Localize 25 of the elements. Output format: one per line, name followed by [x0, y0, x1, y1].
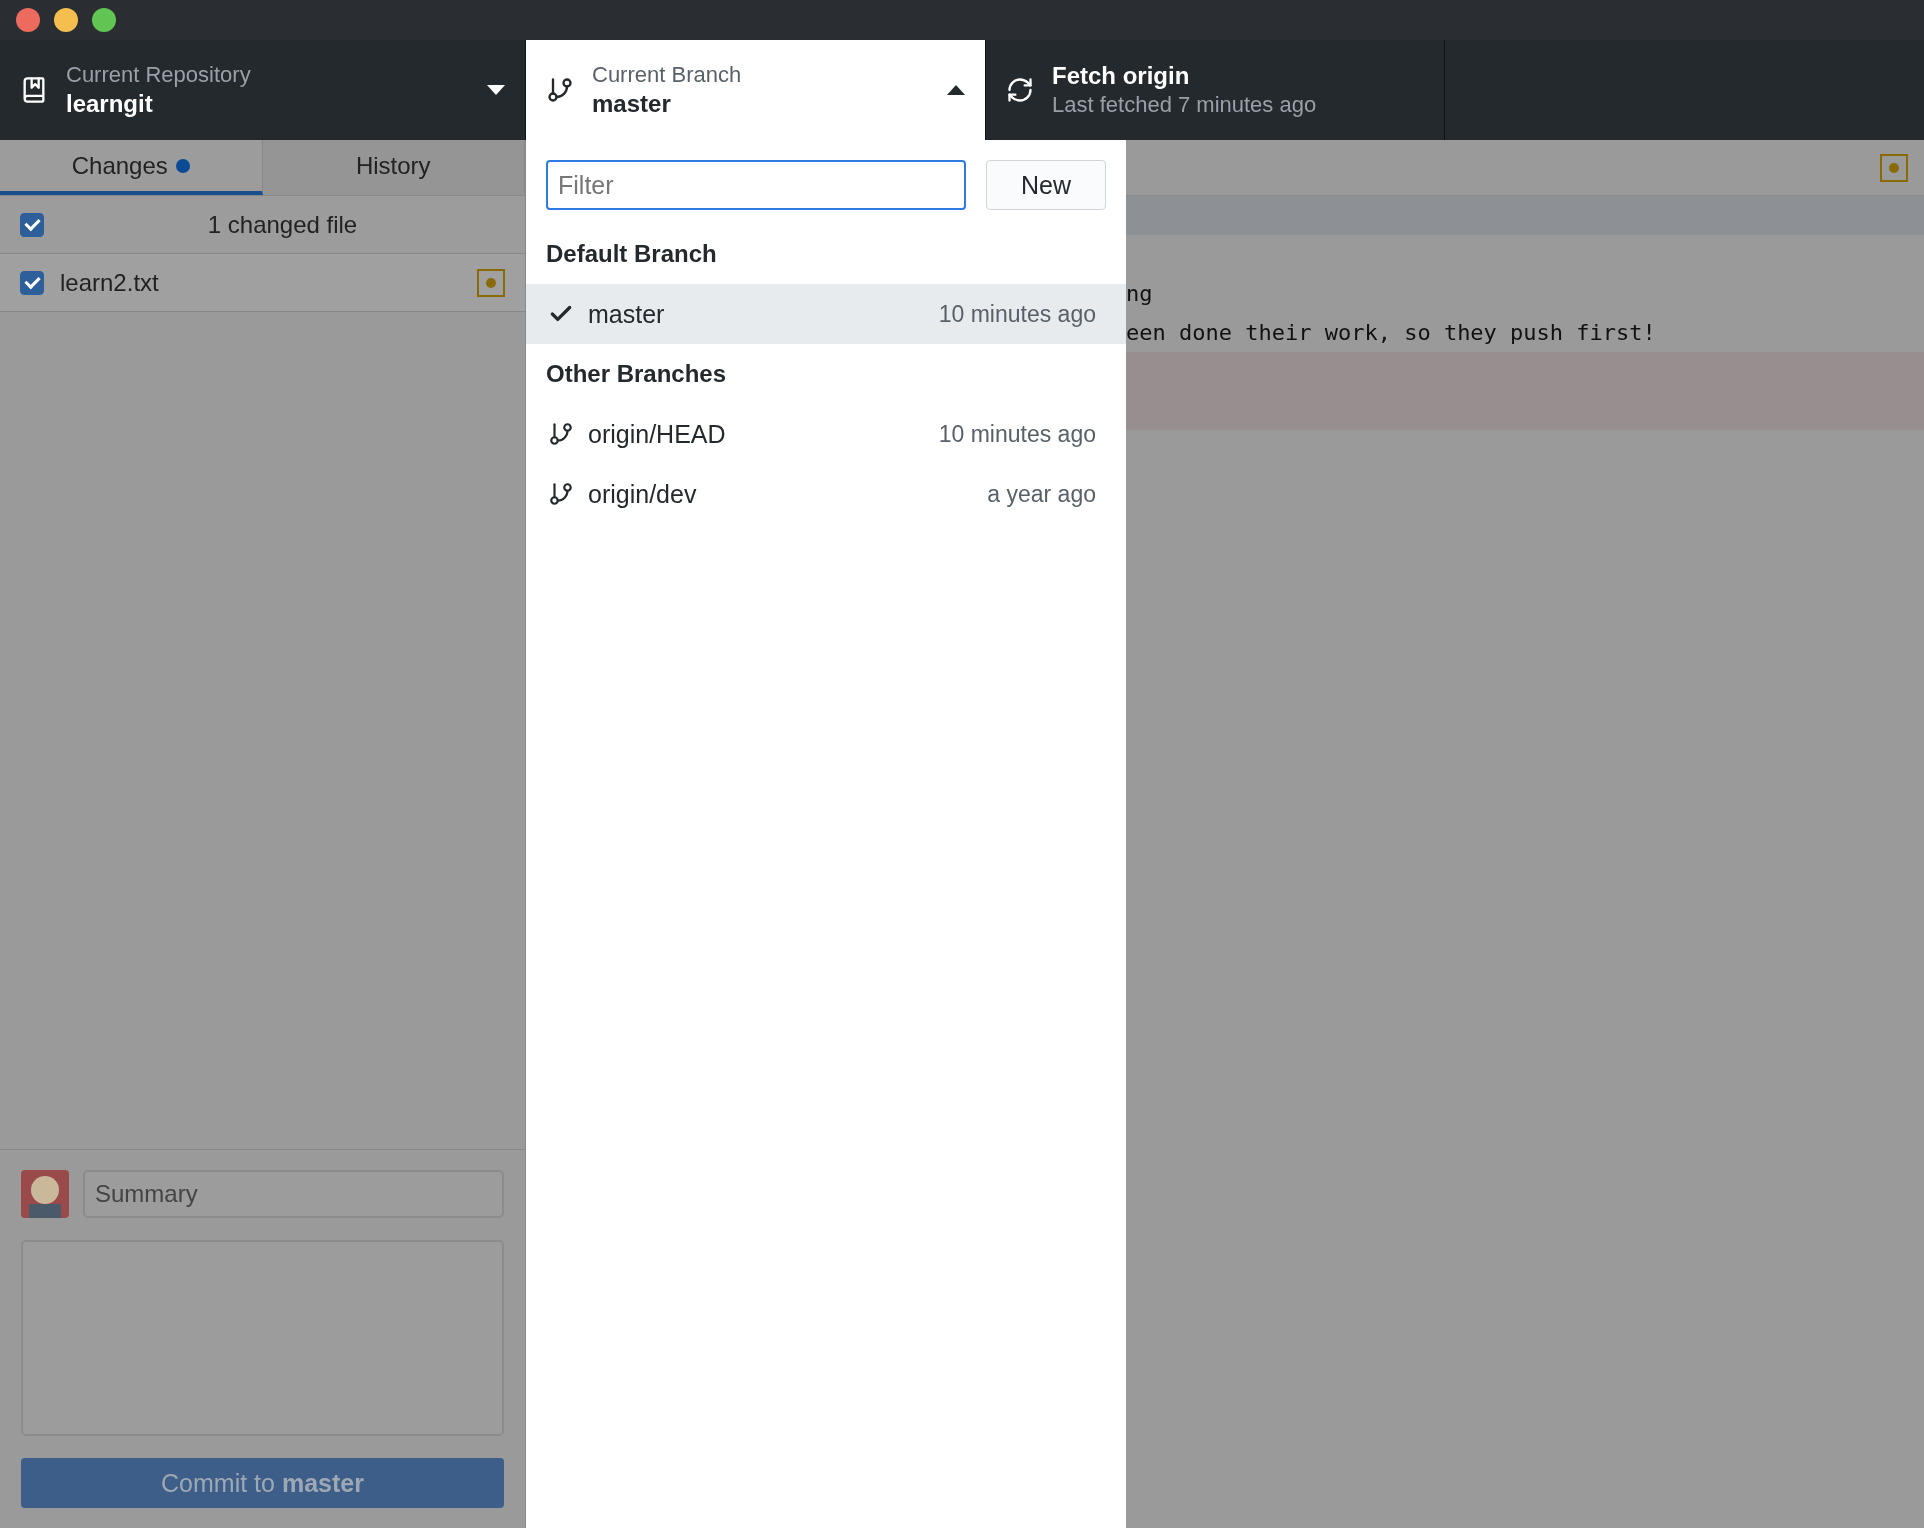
summary-field[interactable]: Summary	[83, 1170, 504, 1218]
checkbox[interactable]	[20, 212, 44, 237]
minimize-button[interactable]	[54, 8, 78, 32]
branch-icon	[548, 481, 574, 507]
zoom-button[interactable]	[92, 8, 116, 32]
tab[interactable]: Changes	[0, 140, 263, 195]
close-button[interactable]	[16, 8, 40, 32]
changed-count: 1 changed file	[206, 210, 359, 239]
branch-icon	[548, 421, 574, 447]
checkbox[interactable]	[20, 270, 44, 295]
modified-icon	[1880, 153, 1908, 182]
group-title: Default Branch	[545, 239, 718, 269]
branch-item[interactable]: master 10 minutes ago	[526, 284, 1126, 344]
tab[interactable]: History	[262, 140, 525, 195]
refresh-icon	[1006, 76, 1034, 104]
modified-icon	[477, 268, 505, 297]
branch-icon	[546, 76, 574, 104]
filter-field[interactable]: Filter	[546, 160, 966, 210]
caret-icon	[947, 84, 965, 96]
avatar	[21, 1170, 69, 1218]
file-name[interactable]: learn2.txt	[60, 268, 159, 297]
caret-icon	[487, 84, 505, 96]
branch-button[interactable]: Current Branch master	[526, 40, 986, 140]
new-branch-button[interactable]: New	[986, 160, 1106, 210]
group-title: Other Branches	[545, 359, 728, 389]
